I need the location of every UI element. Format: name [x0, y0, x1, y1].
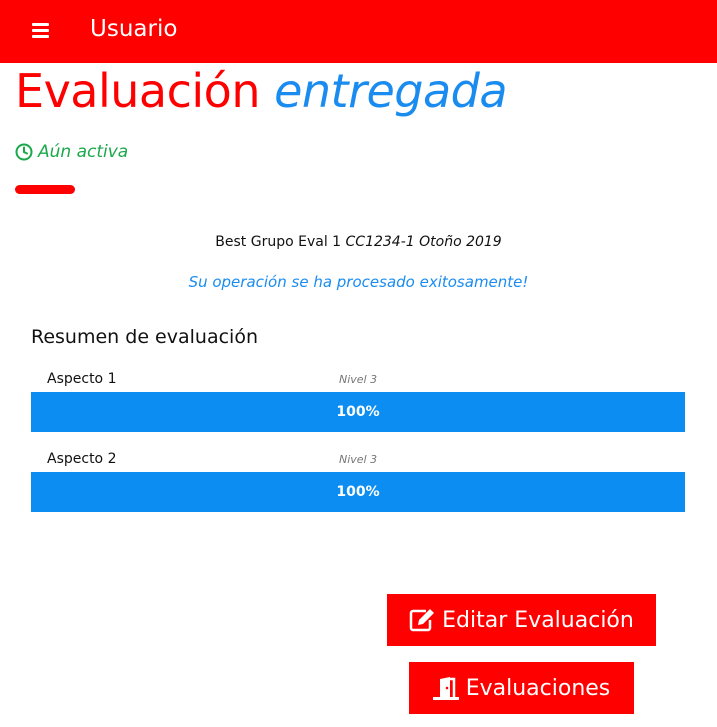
door-icon	[432, 677, 459, 700]
aspect-progress-fill: 100%	[31, 472, 685, 512]
hamburger-icon[interactable]	[30, 20, 52, 40]
aspect-label: Aspecto 1	[47, 371, 117, 387]
page-title-main: Evaluación	[15, 64, 260, 118]
group-course: CC1234-1 Otoño 2019	[345, 234, 502, 250]
evaluations-label: Evaluaciones	[465, 675, 611, 701]
aspect-progress-bar: 100%	[31, 472, 685, 512]
edit-evaluation-button[interactable]: Editar Evaluación	[387, 594, 656, 646]
edit-icon	[409, 609, 435, 632]
evaluations-button[interactable]: Evaluaciones	[409, 662, 634, 714]
edit-evaluation-label: Editar Evaluación	[442, 607, 634, 633]
aspect-progress-fill: 100%	[31, 392, 685, 432]
status-indicator: Aún activa	[15, 141, 128, 163]
group-info: Best Grupo Eval 1 CC1234-1 Otoño 2019	[0, 232, 717, 252]
summary-title: Resumen de evaluación	[31, 326, 258, 348]
page-title: Evaluación entregada	[15, 62, 508, 120]
user-menu-title[interactable]: Usuario	[90, 14, 177, 44]
status-text: Aún activa	[38, 142, 129, 162]
aspect-progress-bar: 100%	[31, 392, 685, 432]
title-divider	[15, 185, 75, 194]
aspect-label: Aspecto 2	[47, 451, 117, 467]
clock-icon	[15, 143, 33, 161]
success-message: Su operación se ha procesado exitosament…	[188, 273, 529, 291]
aspect-level: Nivel 3	[339, 453, 378, 466]
page-title-accent: entregada	[274, 64, 508, 118]
aspect-level: Nivel 3	[339, 373, 378, 386]
group-name: Best Grupo Eval 1	[215, 234, 342, 250]
top-navbar: Usuario	[0, 0, 717, 63]
